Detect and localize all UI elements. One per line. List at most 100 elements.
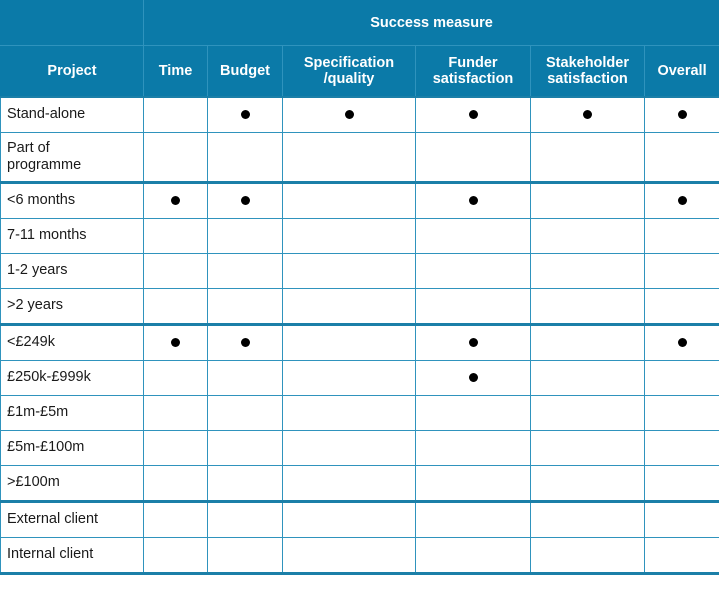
cell-overall [643,465,719,502]
cell-funder [415,253,531,289]
cell-budget [207,537,283,575]
cell-overall [643,360,719,396]
row-label: <6 months [0,181,144,219]
marker-dot-icon [583,109,592,119]
cell-overall [643,218,719,254]
column-header-specification-quality: Specification /quality [282,45,416,98]
table-header: Success measure Project Time Budget Spec… [0,0,719,98]
cell-overall [643,96,719,133]
cell-stakeholder [530,218,645,254]
marker-dot-icon [677,109,687,119]
marker-dot-icon [240,109,250,119]
cell-budget [207,500,283,538]
row-label: <£249k [0,323,144,361]
cell-time [143,500,208,538]
cell-spec [282,96,416,133]
header-corner-blank [0,0,144,46]
cell-spec [282,288,416,325]
marker-dot-icon [468,337,478,347]
cell-funder [415,465,531,502]
row-label: £5m-£100m [0,430,144,466]
cell-spec [282,323,416,361]
cell-funder [415,218,531,254]
marker-dot-icon [171,195,180,205]
cell-stakeholder [530,323,645,361]
cell-spec [282,395,416,431]
marker-dot-icon [677,195,687,205]
cell-stakeholder [530,96,645,133]
header-row-columns: Project Time Budget Specification /quali… [0,45,719,98]
table-row: Internal client [0,537,719,575]
table-row: £5m-£100m [0,430,719,466]
cell-funder [415,288,531,325]
column-header-funder-satisfaction: Funder satisfaction [415,45,531,98]
cell-stakeholder [530,537,645,575]
cell-budget [207,253,283,289]
cell-time [143,323,208,361]
row-label: £1m-£5m [0,395,144,431]
cell-funder [415,395,531,431]
cell-spec [282,218,416,254]
cell-spec [282,181,416,219]
cell-budget [207,430,283,466]
cell-overall [643,430,719,466]
table-row: <6 months [0,181,719,219]
cell-stakeholder [530,395,645,431]
cell-overall [643,253,719,289]
cell-time [143,96,208,133]
success-measure-matrix-table: Success measure Project Time Budget Spec… [0,0,719,575]
cell-time [143,181,208,219]
table-row: >2 years [0,288,719,325]
marker-dot-icon [468,372,478,382]
marker-dot-icon [468,195,478,205]
row-label: £250k-£999k [0,360,144,396]
column-header-budget: Budget [207,45,283,98]
cell-funder [415,96,531,133]
cell-time [143,360,208,396]
marker-dot-icon [240,195,250,205]
cell-funder [415,323,531,361]
cell-stakeholder [530,181,645,219]
marker-dot-icon [240,337,250,347]
cell-overall [643,500,719,538]
cell-stakeholder [530,430,645,466]
row-label: 1-2 years [0,253,144,289]
header-row-group: Success measure [0,0,719,46]
cell-time [143,395,208,431]
cell-budget [207,288,283,325]
column-header-overall: Overall [643,45,719,98]
cell-funder [415,430,531,466]
cell-stakeholder [530,500,645,538]
cell-budget [207,181,283,219]
cell-spec [282,500,416,538]
marker-dot-icon [171,337,180,347]
cell-time [143,253,208,289]
cell-stakeholder [530,465,645,502]
row-label: Internal client [0,537,144,575]
cell-funder [415,537,531,575]
cell-time [143,288,208,325]
cell-budget [207,132,283,183]
cell-spec [282,465,416,502]
cell-spec [282,430,416,466]
cell-budget [207,465,283,502]
cell-budget [207,96,283,133]
cell-time [143,218,208,254]
cell-overall [643,288,719,325]
cell-spec [282,253,416,289]
row-label: Part of programme [0,132,144,183]
row-label: External client [0,500,144,538]
table-body: Stand-alone Part of programme <6 months 7-1… [0,96,719,575]
cell-spec [282,537,416,575]
table-row: Part of programme [0,132,719,183]
cell-spec [282,132,416,183]
table-row: £250k-£999k [0,360,719,396]
cell-spec [282,360,416,396]
cell-overall [643,132,719,183]
cell-funder [415,360,531,396]
row-label: Stand-alone [0,96,144,133]
cell-budget [207,360,283,396]
cell-budget [207,323,283,361]
cell-time [143,132,208,183]
cell-stakeholder [530,132,645,183]
